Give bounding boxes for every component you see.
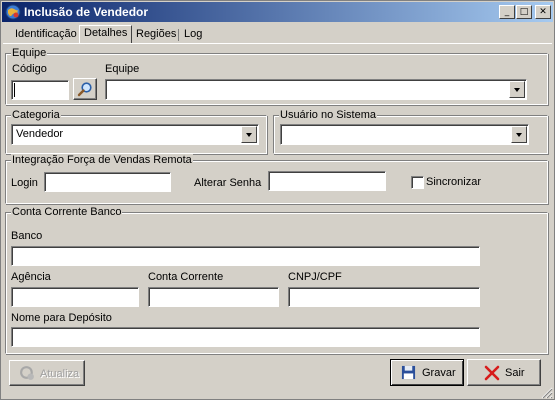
sair-button[interactable]: Sair	[467, 359, 541, 386]
minimize-button[interactable]: _	[499, 5, 515, 19]
alterar-senha-input[interactable]	[268, 171, 386, 191]
banco-input[interactable]	[11, 246, 480, 266]
cnpj-cpf-label: CNPJ/CPF	[288, 271, 342, 283]
text-cursor	[14, 83, 15, 97]
categoria-group-label: Categoria	[11, 109, 61, 121]
conta-group-label: Conta Corrente Banco	[11, 206, 123, 218]
gravar-label: Gravar	[422, 367, 456, 379]
alterar-senha-label: Alterar Senha	[194, 177, 262, 189]
tab-label: Detalhes	[84, 27, 128, 39]
window: Inclusão de Vendedor _ □ ✕ Identificação…	[0, 0, 555, 400]
tab-log[interactable]: Log	[180, 27, 206, 43]
search-button[interactable]	[73, 78, 97, 100]
red-x-icon	[484, 365, 500, 381]
tab-regioes[interactable]: Regiões	[132, 27, 180, 43]
maximize-button[interactable]: □	[516, 5, 532, 19]
tab-separator	[178, 29, 179, 41]
tab-identificacao[interactable]: Identificação	[11, 27, 81, 43]
login-label: Login	[11, 177, 38, 189]
cnpj-cpf-input[interactable]	[288, 287, 480, 307]
usuario-select[interactable]	[280, 124, 529, 145]
equipe-group-label: Equipe	[11, 47, 48, 59]
chevron-down-icon[interactable]	[509, 81, 525, 98]
refresh-icon	[20, 366, 34, 380]
resize-grip-icon[interactable]	[541, 387, 553, 399]
tab-label: Identificação	[15, 28, 77, 40]
categoria-select-value: Vendedor	[16, 128, 64, 140]
integracao-group-label: Integração Força de Vendas Remota	[11, 154, 193, 166]
close-button[interactable]: ✕	[535, 5, 551, 19]
floppy-disk-icon	[401, 365, 416, 380]
sair-label: Sair	[505, 367, 525, 379]
chevron-down-icon[interactable]	[241, 126, 257, 143]
window-title: Inclusão de Vendedor	[24, 5, 149, 19]
tab-label: Regiões	[136, 28, 177, 40]
chevron-down-icon[interactable]	[511, 126, 527, 143]
conta-corrente-label: Conta Corrente	[148, 271, 224, 283]
nome-deposito-label: Nome para Depósito	[11, 312, 112, 324]
equipe-select[interactable]	[105, 79, 527, 100]
atualiza-button[interactable]: Atualiza	[9, 360, 85, 386]
codigo-input[interactable]	[11, 80, 69, 100]
atualiza-label: Atualiza	[40, 368, 80, 380]
tab-detalhes[interactable]: Detalhes	[79, 25, 133, 44]
tab-label: Log	[184, 28, 203, 40]
agencia-label: Agência	[11, 271, 51, 283]
gravar-button[interactable]: Gravar	[390, 359, 464, 386]
app-globe-icon	[5, 4, 21, 20]
usuario-group-label: Usuário no Sistema	[279, 109, 377, 121]
minimize-icon: _	[504, 7, 510, 17]
conta-corrente-input[interactable]	[148, 287, 279, 307]
agencia-input[interactable]	[11, 287, 139, 307]
banco-label: Banco	[11, 230, 43, 242]
magnifier-icon	[77, 82, 92, 97]
sincronizar-label: Sincronizar	[426, 176, 482, 188]
title-bar[interactable]: Inclusão de Vendedor _ □ ✕	[2, 2, 553, 22]
codigo-label: Código	[12, 63, 47, 75]
equipe-label: Equipe	[105, 63, 140, 75]
categoria-select[interactable]: Vendedor	[11, 124, 259, 145]
sincronizar-checkbox[interactable]	[411, 176, 424, 189]
close-icon: ✕	[539, 7, 547, 17]
maximize-icon: □	[519, 7, 529, 17]
login-input[interactable]	[44, 172, 171, 192]
nome-deposito-input[interactable]	[11, 327, 480, 347]
